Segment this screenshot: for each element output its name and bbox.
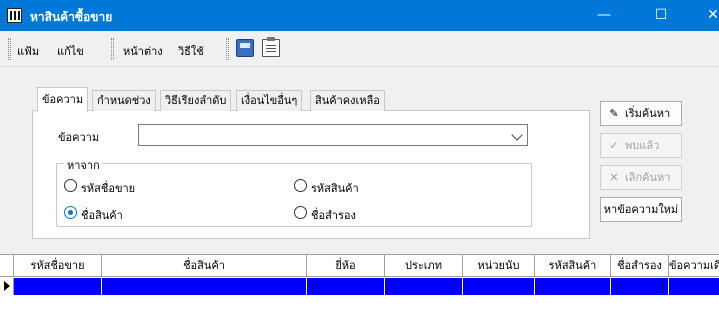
radio-sales-code-label[interactable]: รหัสชื่อขาย [81,179,135,197]
table-cell[interactable] [385,278,463,295]
table-cell[interactable] [14,278,102,295]
results-grid[interactable]: รหัสชื่อขาย ชื่อสินค้า ยี่ห้อ ประเภท หน่… [0,254,719,313]
tab-stock-remaining[interactable]: สินค้าคงเหลือ [310,90,385,111]
close-button[interactable]: ✕ [690,0,719,31]
menu-bar: แฟ้ม แก้ไข หน้าต่าง วิธีใช้ [0,31,719,67]
app-icon [7,8,22,23]
table-cell[interactable] [669,278,719,295]
column-header[interactable]: ชื่อสำรอง [611,255,669,277]
radio-product-code[interactable] [294,179,307,192]
start-search-button[interactable]: ✎ เริ่มค้นหา [600,101,682,126]
eraser-icon: ✎ [609,107,619,120]
calculator-icon[interactable] [236,39,254,57]
tab-range[interactable]: กำหนดช่วง [92,90,156,111]
radio-alternate-name-label[interactable]: ชื่อสำรอง [311,206,356,224]
toolbar-grip[interactable] [8,38,11,60]
menu-window[interactable]: หน้าต่าง [123,42,163,60]
grid-corner [0,255,14,277]
tab-sort-order[interactable]: วิธีเรียงลำดับ [160,90,232,111]
window-title: หาสินค้าซื้อขาย [30,10,113,24]
table-row[interactable] [14,278,719,295]
radio-sales-code[interactable] [64,179,77,192]
table-cell[interactable] [102,278,307,295]
column-header[interactable]: รหัสสินค้า [535,255,611,277]
table-cell[interactable] [307,278,385,295]
column-header[interactable]: ประเภท [385,255,463,277]
search-from-label: หาจาก [64,156,103,174]
radio-product-name-label[interactable]: ชื่อสินค้า [81,206,123,224]
radio-alternate-name[interactable] [294,206,307,219]
row-selector-arrow-icon[interactable] [0,278,14,295]
tab-text[interactable]: ข้อความ [37,87,89,112]
menu-edit[interactable]: แก้ไข [57,42,84,60]
checkmark-icon: ✓ [609,139,619,152]
minimize-button[interactable]: — [581,0,627,31]
column-header[interactable]: ยี่ห้อ [307,255,385,277]
toolbar-grip[interactable] [111,38,114,60]
radio-product-name[interactable] [64,206,77,219]
chevron-down-icon[interactable] [511,129,523,141]
menu-help[interactable]: วิธีใช้ [178,42,204,60]
found-button[interactable]: ✓ พบแล้ว [600,133,682,158]
table-cell[interactable] [463,278,535,295]
maximize-button[interactable]: ☐ [638,0,684,31]
found-label: พบแล้ว [625,139,660,152]
cancel-search-button[interactable]: ✕ เลิกค้นหา [600,165,682,190]
grid-header: รหัสชื่อขาย ชื่อสินค้า ยี่ห้อ ประเภท หน่… [0,255,719,277]
title-bar: หาสินค้าซื้อขาย — ☐ ✕ [0,0,719,31]
radio-product-code-label[interactable]: รหัสสินค้า [311,179,359,197]
new-search-label: หาข้อความใหม่ [603,203,679,216]
clipboard-icon[interactable] [262,37,280,57]
toolbar-grip[interactable] [226,38,229,60]
x-icon: ✕ [609,171,619,184]
tab-other-conditions[interactable]: เงื่อนไขอื่นๆ [236,90,303,111]
text-label: ข้อความ [58,131,100,144]
column-header[interactable]: รหัสชื่อขาย [14,255,102,277]
start-search-label: เริ่มค้นหา [625,107,671,120]
column-header[interactable]: ข้อความเดิ [669,255,719,277]
column-header[interactable]: ชื่อสินค้า [102,255,307,277]
table-cell[interactable] [535,278,611,295]
column-header[interactable]: หน่วยนับ [463,255,535,277]
text-combobox[interactable] [138,124,528,146]
menu-file[interactable]: แฟ้ม [17,42,39,60]
new-search-button[interactable]: หาข้อความใหม่ [600,197,682,222]
table-cell[interactable] [611,278,669,295]
cancel-search-label: เลิกค้นหา [625,171,671,184]
